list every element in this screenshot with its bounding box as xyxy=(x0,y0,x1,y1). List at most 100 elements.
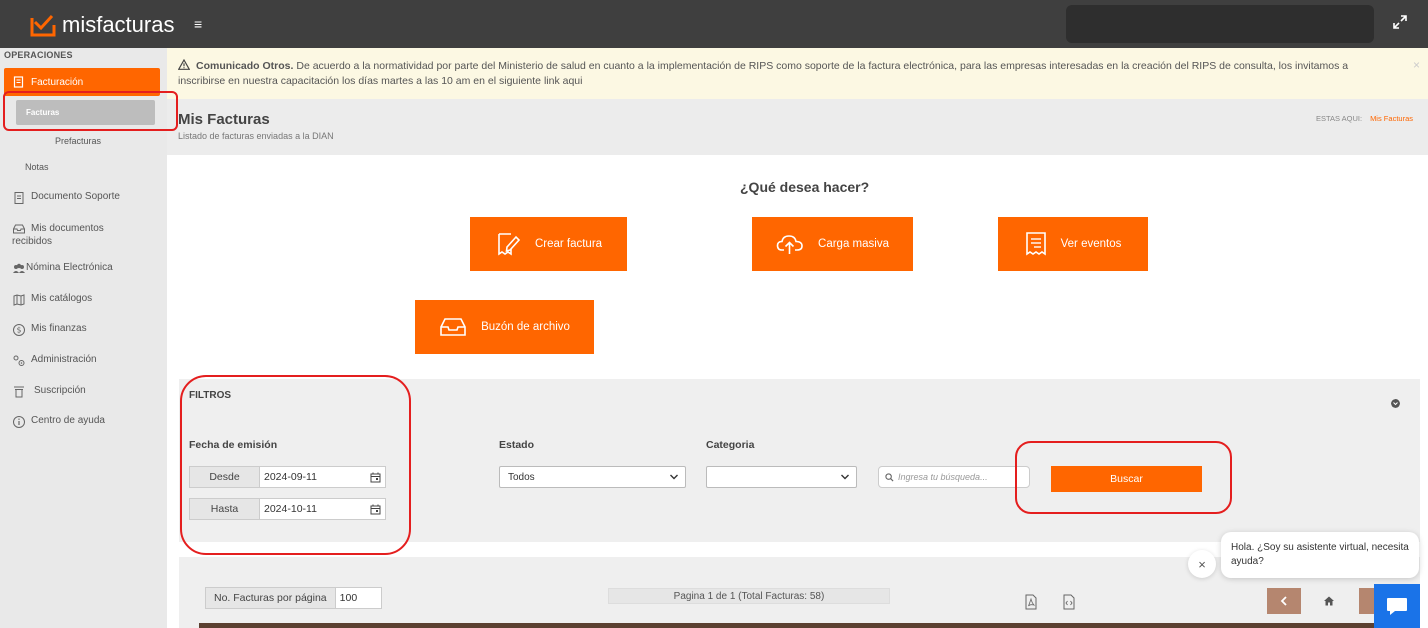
paging-info: Pagina 1 de 1 (Total Facturas: 58) xyxy=(608,588,890,604)
ver-eventos-button[interactable]: Ver eventos xyxy=(998,217,1148,271)
sidebar-item-catalogos[interactable]: Mis catálogos xyxy=(12,293,92,307)
warning-icon xyxy=(178,59,190,70)
sidebar-item-label: Mis catálogos xyxy=(31,293,93,304)
edit-document-icon xyxy=(498,233,521,256)
top-bar: misfacturas ≡ xyxy=(0,0,1428,48)
notice-banner: Comunicado Otros. De acuerdo a la normat… xyxy=(167,48,1428,99)
per-page-field[interactable]: No. Facturas por página 100 xyxy=(205,587,382,609)
sidebar-subitem-notas[interactable]: Notas xyxy=(25,162,49,172)
buzon-archivo-button[interactable]: Buzón de archivo xyxy=(415,300,594,354)
sidebar-item-label: Administración xyxy=(31,354,97,365)
filters-title: FILTROS xyxy=(189,390,232,401)
hasta-value[interactable]: 2024-10-11 xyxy=(260,499,365,519)
sidebar-item-label: Suscripción xyxy=(34,385,86,396)
search-input[interactable]: Ingresa tu búsqueda... xyxy=(878,466,1030,488)
categoria-label: Categoria xyxy=(706,439,755,451)
page-subtitle: Listado de facturas enviadas a la DIAN xyxy=(178,131,334,141)
chevron-down-icon xyxy=(670,474,678,480)
hasta-label: Hasta xyxy=(190,499,260,519)
table-header-strip xyxy=(199,623,1420,628)
sidebar-heading: OPERACIONES xyxy=(4,50,73,60)
sidebar-item-centro-ayuda[interactable]: Centro de ayuda xyxy=(12,415,105,429)
crear-factura-button[interactable]: Crear factura xyxy=(470,217,627,271)
prev-page-button[interactable] xyxy=(1267,588,1301,614)
sidebar-item-suscripcion[interactable]: Suscripción xyxy=(12,385,86,399)
breadcrumb: ESTAS AQUI: Mis Facturas xyxy=(1316,114,1413,123)
notice-text: De acuerdo a la normatividad por parte d… xyxy=(178,60,1349,87)
sidebar: OPERACIONES Facturación Facturas Prefact… xyxy=(0,48,167,628)
inbox-icon xyxy=(13,224,25,234)
svg-text:$: $ xyxy=(17,326,22,335)
brand-logo[interactable]: misfacturas xyxy=(30,11,174,39)
estado-value: Todos xyxy=(508,471,535,483)
menu-toggle-icon[interactable]: ≡ xyxy=(194,16,202,32)
fullscreen-icon[interactable] xyxy=(1393,15,1407,29)
document-icon xyxy=(14,192,24,204)
actions-question: ¿Qué desea hacer? xyxy=(740,179,870,195)
breadcrumb-label: ESTAS AQUI: xyxy=(1315,114,1363,123)
logo-mark-icon xyxy=(30,14,56,37)
home-icon[interactable] xyxy=(1323,595,1335,607)
chat-launcher-button[interactable] xyxy=(1374,584,1420,628)
notice-close-icon[interactable]: × xyxy=(1413,58,1420,73)
inbox-tray-icon xyxy=(440,318,466,336)
calendar-icon[interactable] xyxy=(370,472,381,483)
sidebar-item-label: Nómina Electrónica xyxy=(26,262,113,273)
brand-name: misfacturas xyxy=(62,12,175,37)
sidebar-item-label: Mis finanzas xyxy=(31,323,87,334)
sidebar-item-label: Mis documentos xyxy=(31,223,104,234)
sidebar-subitem-facturas[interactable]: Facturas xyxy=(16,100,155,125)
pdf-download-icon[interactable] xyxy=(1024,594,1038,610)
cloud-upload-icon xyxy=(776,235,803,254)
carga-masiva-button[interactable]: Carga masiva xyxy=(752,217,913,271)
users-icon xyxy=(13,263,25,273)
categoria-select[interactable] xyxy=(706,466,857,488)
button-label: Ver eventos xyxy=(1060,238,1122,250)
chat-greeting[interactable]: Hola. ¿Soy su asistente virtual, necesit… xyxy=(1221,532,1419,578)
subscription-icon xyxy=(14,386,24,398)
sidebar-subitem-prefacturas[interactable]: Prefacturas xyxy=(55,136,101,146)
info-icon xyxy=(13,416,25,428)
calendar-icon[interactable] xyxy=(370,504,381,515)
estado-select[interactable]: Todos xyxy=(499,466,686,488)
map-icon xyxy=(13,294,25,306)
notice-title: Comunicado Otros. xyxy=(196,60,294,72)
dollar-icon: $ xyxy=(13,324,25,336)
button-label: Crear factura xyxy=(534,238,603,250)
search-icon xyxy=(885,472,894,482)
search-placeholder: Ingresa tu búsqueda... xyxy=(898,472,988,482)
desde-value[interactable]: 2024-09-11 xyxy=(260,467,365,487)
sidebar-item-finanzas[interactable]: $ Mis finanzas xyxy=(12,323,87,337)
sidebar-item-administracion[interactable]: Administración xyxy=(12,354,97,368)
receipt-icon xyxy=(1025,232,1046,256)
button-label: Buzón de archivo xyxy=(481,321,570,333)
chevron-down-icon xyxy=(841,474,849,480)
chevron-left-icon xyxy=(1280,596,1287,606)
sidebar-item-label-line2: recibidos xyxy=(12,236,53,247)
sidebar-item-label: Facturación xyxy=(31,76,84,88)
breadcrumb-link[interactable]: Mis Facturas xyxy=(1370,114,1413,123)
sidebar-item-label: Centro de ayuda xyxy=(31,415,105,426)
sidebar-item-mis-documentos[interactable]: Mis documentos recibidos xyxy=(12,222,104,248)
page-header: Mis Facturas Listado de facturas enviada… xyxy=(167,99,1428,155)
per-page-value[interactable]: 100 xyxy=(336,588,381,608)
chat-close-icon[interactable]: × xyxy=(1188,550,1216,578)
topbar-search-area[interactable] xyxy=(1066,5,1374,43)
xml-download-icon[interactable] xyxy=(1062,594,1076,610)
sidebar-item-nomina[interactable]: Nómina Electrónica xyxy=(12,262,113,276)
sidebar-item-facturacion[interactable]: Facturación xyxy=(4,68,160,96)
fecha-emision-label: Fecha de emisión xyxy=(189,439,278,451)
collapse-toggle-icon[interactable] xyxy=(1391,399,1400,408)
desde-label: Desde xyxy=(190,467,260,487)
admin-icon xyxy=(13,355,25,366)
filters-panel: FILTROS Fecha de emisión Desde 2024-09-1… xyxy=(179,379,1420,542)
button-label: Carga masiva xyxy=(818,238,889,250)
sidebar-item-documento-soporte[interactable]: Documento Soporte xyxy=(12,191,120,205)
hasta-date-field[interactable]: Hasta 2024-10-11 xyxy=(189,498,386,520)
per-page-label: No. Facturas por página xyxy=(206,588,336,608)
buscar-button[interactable]: Buscar xyxy=(1051,466,1202,492)
chat-icon xyxy=(1387,598,1407,615)
estado-label: Estado xyxy=(499,439,535,451)
page-title: Mis Facturas xyxy=(178,111,270,128)
desde-date-field[interactable]: Desde 2024-09-11 xyxy=(189,466,386,488)
